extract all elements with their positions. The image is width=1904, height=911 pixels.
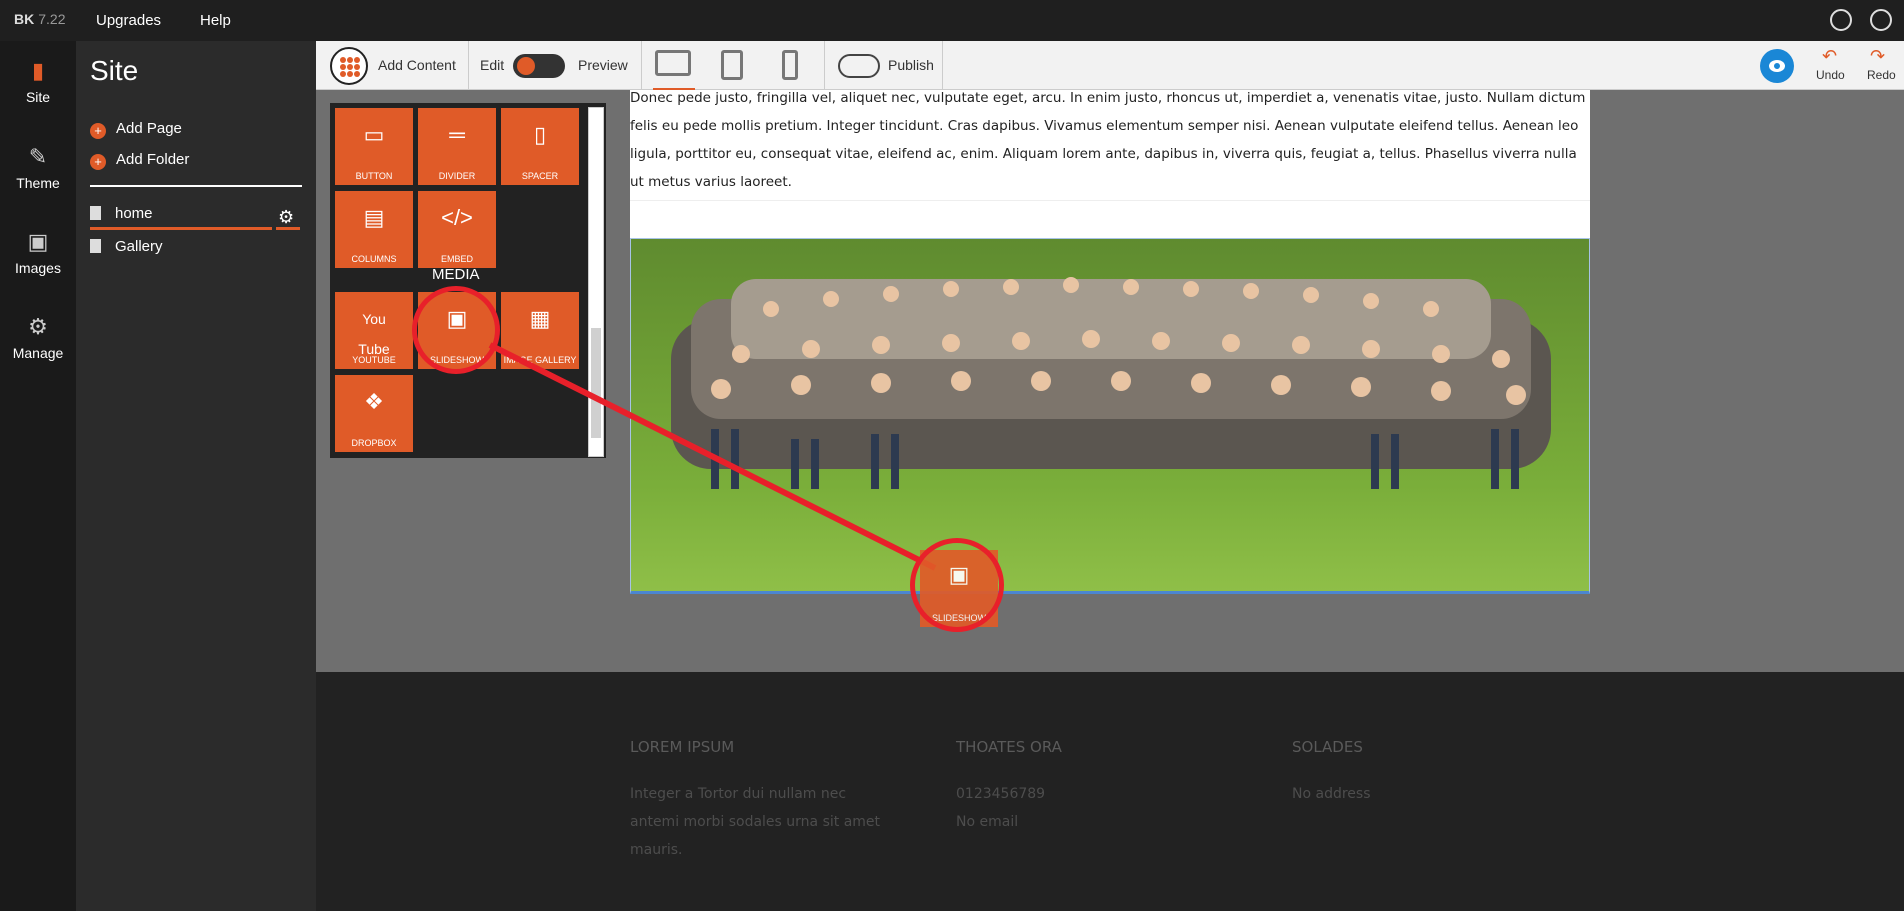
highlight-circle-source (412, 286, 500, 374)
footer-address: No address (1292, 786, 1371, 802)
highlight-circle-target (910, 538, 1004, 632)
footer-col3-heading: SOLADES (1292, 738, 1363, 756)
footer-email: No email (956, 814, 1019, 830)
footer-col1-heading: LOREM IPSUM (630, 738, 735, 756)
footer-col2-heading: THOATES ORA (956, 738, 1062, 756)
footer-phone: 0123456789 (956, 786, 1046, 802)
site-footer: LOREM IPSUM Integer a Tortor dui nullam … (316, 672, 1904, 911)
footer-col1-text: Integer a Tortor dui nullam nec antemi m… (630, 786, 881, 858)
